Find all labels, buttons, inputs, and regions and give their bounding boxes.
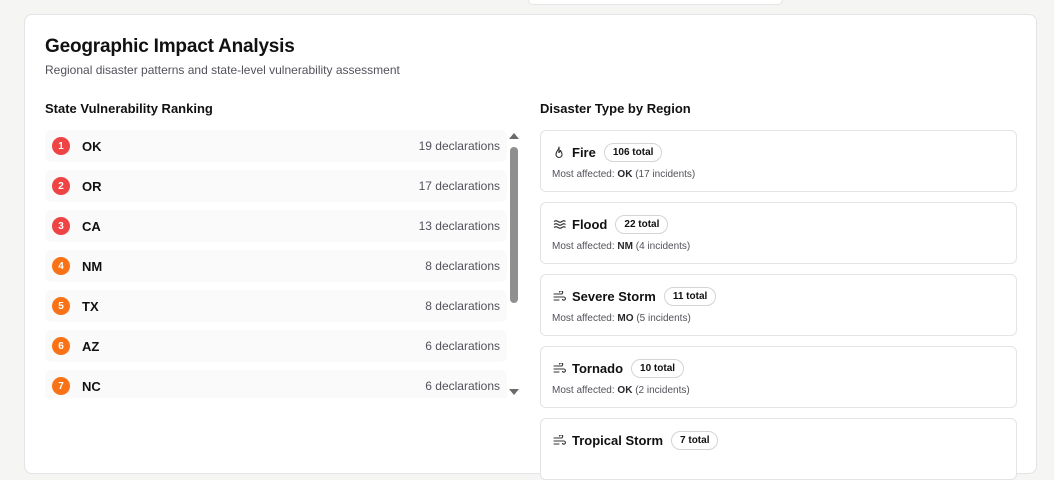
- ranking-row: 6 AZ 6 declarations: [45, 330, 507, 362]
- rank-badge: 1: [52, 137, 70, 155]
- page-subtitle: Regional disaster patterns and state-lev…: [45, 63, 400, 77]
- wind-icon: [552, 434, 566, 448]
- ranking-row: 4 NM 8 declarations: [45, 250, 507, 282]
- region-heading: Disaster Type by Region: [540, 101, 691, 116]
- ranking-row: 3 CA 13 declarations: [45, 210, 507, 242]
- disaster-name: Tropical Storm: [572, 433, 664, 448]
- disaster-name: Severe Storm: [572, 289, 656, 304]
- disaster-card-fire[interactable]: Fire 106 total Most affected: OK (17 inc…: [540, 130, 1017, 192]
- declaration-count: 19 declarations: [418, 139, 500, 153]
- total-pill: 10 total: [631, 359, 685, 378]
- declaration-count: 17 declarations: [418, 179, 500, 193]
- declaration-count: 8 declarations: [425, 299, 500, 313]
- page-title: Geographic Impact Analysis: [45, 36, 295, 57]
- flame-icon: [552, 146, 566, 160]
- ranking-heading: State Vulnerability Ranking: [45, 101, 213, 116]
- rank-badge: 2: [52, 177, 70, 195]
- waves-icon: [552, 218, 566, 232]
- most-affected-text: Most affected: NM (4 incidents): [552, 241, 691, 252]
- state-code: NM: [82, 258, 103, 274]
- state-code: OK: [82, 138, 102, 154]
- rank-badge: 6: [52, 337, 70, 355]
- total-pill: 22 total: [615, 215, 669, 234]
- scroll-up-arrow-icon[interactable]: [509, 133, 519, 139]
- rank-badge: 5: [52, 297, 70, 315]
- rank-badge: 7: [52, 377, 70, 395]
- state-code: OR: [82, 178, 102, 194]
- ranking-scrollbar[interactable]: [508, 133, 520, 395]
- declaration-count: 6 declarations: [425, 379, 500, 393]
- most-affected-text: Most affected: MO (5 incidents): [552, 313, 691, 324]
- wind-icon: [552, 290, 566, 304]
- ranking-row: 7 NC 6 declarations: [45, 370, 507, 398]
- ranking-row: 1 OK 19 declarations: [45, 130, 507, 162]
- disaster-card-tornado[interactable]: Tornado 10 total Most affected: OK (2 in…: [540, 346, 1017, 408]
- declaration-count: 8 declarations: [425, 259, 500, 273]
- state-code: TX: [82, 298, 99, 314]
- ranking-row: 5 TX 8 declarations: [45, 290, 507, 322]
- declaration-count: 6 declarations: [425, 339, 500, 353]
- total-pill: 7 total: [671, 431, 719, 450]
- most-affected-text: Most affected: OK (2 incidents): [552, 385, 690, 396]
- disaster-name: Fire: [572, 145, 596, 160]
- disaster-card-flood[interactable]: Flood 22 total Most affected: NM (4 inci…: [540, 202, 1017, 264]
- disaster-name: Tornado: [572, 361, 624, 376]
- declaration-count: 13 declarations: [418, 219, 500, 233]
- most-affected-text: Most affected: OK (17 incidents): [552, 169, 696, 180]
- total-pill: 11 total: [663, 287, 717, 306]
- total-pill: 106 total: [603, 143, 663, 162]
- disaster-card-tropical-storm[interactable]: Tropical Storm 7 total: [540, 418, 1017, 480]
- ranking-row: 2 OR 17 declarations: [45, 170, 507, 202]
- state-code: NC: [82, 378, 101, 394]
- rank-badge: 4: [52, 257, 70, 275]
- scrollbar-thumb[interactable]: [510, 147, 518, 303]
- disaster-card-severe-storm[interactable]: Severe Storm 11 total Most affected: MO …: [540, 274, 1017, 336]
- top-tab-strip: [528, 0, 783, 5]
- scroll-down-arrow-icon[interactable]: [509, 389, 519, 395]
- rank-badge: 3: [52, 217, 70, 235]
- state-code: AZ: [82, 338, 100, 354]
- wind-icon: [552, 362, 566, 376]
- disaster-name: Flood: [572, 217, 608, 232]
- state-ranking-list[interactable]: 1 OK 19 declarations 2 OR 17 declaration…: [45, 130, 507, 398]
- geographic-impact-card: Geographic Impact Analysis Regional disa…: [24, 14, 1037, 480]
- state-code: CA: [82, 218, 101, 234]
